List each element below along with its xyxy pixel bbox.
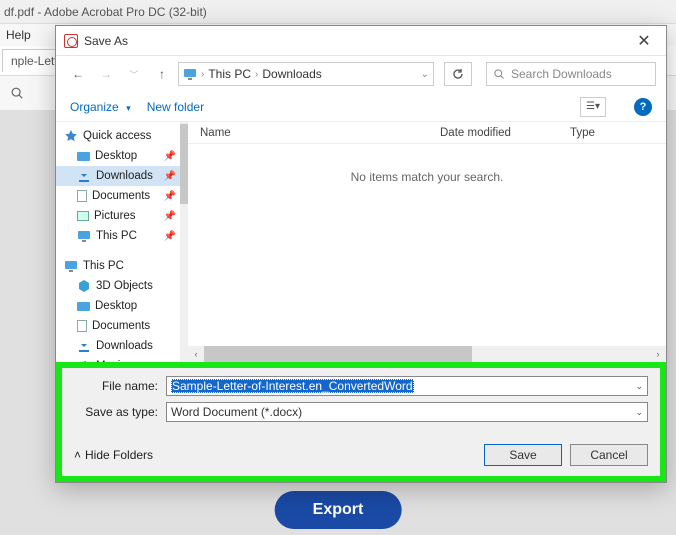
- recent-chevron-icon[interactable]: ﹀: [122, 62, 146, 86]
- tree-item-downloads-pc[interactable]: Downloads: [56, 336, 180, 356]
- save-type-value: Word Document (*.docx): [171, 405, 302, 419]
- tree-item-documents-pc[interactable]: Documents: [56, 316, 180, 336]
- pin-icon: 📌: [164, 211, 176, 222]
- list-header[interactable]: Name Date modified Type: [188, 122, 666, 144]
- file-name-input[interactable]: Sample-Letter-of-Interest.en_ConvertedWo…: [166, 376, 648, 396]
- file-name-label: File name:: [74, 379, 166, 393]
- tree-this-pc[interactable]: This PC: [56, 256, 180, 276]
- desktop-icon: [77, 302, 90, 311]
- search-placeholder: Search Downloads: [511, 67, 612, 81]
- save-button[interactable]: Save: [484, 444, 562, 466]
- search-icon: [493, 68, 505, 80]
- breadcrumb[interactable]: › This PC › Downloads ⌄: [178, 62, 434, 86]
- tree-item-documents[interactable]: Documents📌: [56, 186, 180, 206]
- chevron-up-icon: ˄: [74, 448, 81, 462]
- tree-item-3dobjects[interactable]: 3D Objects: [56, 276, 180, 296]
- download-icon: [77, 169, 91, 183]
- empty-message: No items match your search.: [188, 144, 666, 346]
- up-arrow-icon[interactable]: ↑: [150, 62, 174, 86]
- forward-arrow-icon: →: [94, 62, 118, 86]
- view-options-button[interactable]: ☰▾: [580, 97, 606, 117]
- file-list: Name Date modified Type No items match y…: [188, 122, 666, 362]
- breadcrumb-root[interactable]: This PC: [208, 67, 251, 81]
- scroll-left-icon[interactable]: ‹: [188, 346, 204, 362]
- export-button[interactable]: Export: [275, 491, 402, 529]
- star-icon: [64, 129, 78, 143]
- hide-folders-toggle[interactable]: ˄ Hide Folders: [74, 448, 153, 462]
- tree-quick-access[interactable]: Quick access: [56, 126, 180, 146]
- nav-row: ← → ﹀ ↑ › This PC › Downloads ⌄ Search D…: [56, 56, 666, 92]
- tree-item-desktop-pc[interactable]: Desktop: [56, 296, 180, 316]
- new-folder-button[interactable]: New folder: [147, 100, 204, 114]
- cube-icon: [77, 279, 91, 293]
- pc-icon: [77, 229, 91, 243]
- nav-scrollbar[interactable]: [180, 122, 188, 362]
- cancel-button[interactable]: Cancel: [570, 444, 648, 466]
- col-date[interactable]: Date modified: [428, 127, 558, 139]
- acrobat-titlebar: df.pdf - Adobe Acrobat Pro DC (32-bit): [0, 0, 676, 24]
- pdf-icon: [64, 34, 78, 48]
- close-icon[interactable]: ✕: [630, 31, 658, 51]
- save-type-label: Save as type:: [74, 405, 166, 419]
- dialog-title: Save As: [84, 34, 630, 48]
- file-name-value: Sample-Letter-of-Interest.en_ConvertedWo…: [171, 379, 414, 393]
- acrobat-title: df.pdf - Adobe Acrobat Pro DC (32-bit): [4, 5, 207, 19]
- tree-item-downloads[interactable]: Downloads📌: [56, 166, 180, 186]
- dialog-titlebar: Save As ✕: [56, 26, 666, 56]
- chevron-down-icon[interactable]: ⌄: [635, 381, 643, 392]
- pin-icon: 📌: [164, 231, 176, 242]
- save-as-dialog: Save As ✕ ← → ﹀ ↑ › This PC › Downloads …: [55, 25, 667, 483]
- search-icon[interactable]: [10, 86, 24, 100]
- chevron-right-icon: ›: [201, 69, 204, 80]
- nav-tree[interactable]: Quick access Desktop📌 Downloads📌 Documen…: [56, 122, 180, 362]
- tree-item-desktop[interactable]: Desktop📌: [56, 146, 180, 166]
- document-icon: [77, 320, 87, 332]
- horizontal-scrollbar[interactable]: ‹ ›: [188, 346, 666, 362]
- help-icon[interactable]: ?: [634, 98, 652, 116]
- pin-icon: 📌: [164, 171, 176, 182]
- menu-help[interactable]: Help: [6, 28, 31, 42]
- back-arrow-icon[interactable]: ←: [66, 62, 90, 86]
- organize-menu[interactable]: Organize: [70, 100, 129, 114]
- chevron-down-icon[interactable]: ⌄: [635, 407, 643, 418]
- music-icon: [77, 359, 91, 362]
- pc-icon: [64, 259, 78, 273]
- col-type[interactable]: Type: [558, 127, 666, 139]
- desktop-icon: [77, 152, 90, 161]
- refresh-icon[interactable]: [444, 62, 472, 86]
- tree-item-thispc-qa[interactable]: This PC📌: [56, 226, 180, 246]
- pin-icon: 📌: [164, 191, 176, 202]
- col-name[interactable]: Name: [188, 127, 428, 139]
- download-icon: [77, 339, 91, 353]
- breadcrumb-folder[interactable]: Downloads: [262, 67, 321, 81]
- chevron-right-icon: ›: [255, 69, 258, 80]
- tree-item-music[interactable]: Music: [56, 356, 180, 362]
- pin-icon: 📌: [164, 151, 176, 162]
- search-input[interactable]: Search Downloads: [486, 62, 656, 86]
- pc-icon: [183, 67, 197, 81]
- pictures-icon: [77, 211, 89, 221]
- chevron-down-icon[interactable]: ⌄: [421, 69, 429, 80]
- file-browser: Quick access Desktop📌 Downloads📌 Documen…: [56, 122, 666, 362]
- save-form-panel: File name: Sample-Letter-of-Interest.en_…: [56, 362, 666, 482]
- save-type-select[interactable]: Word Document (*.docx) ⌄: [166, 402, 648, 422]
- scroll-right-icon[interactable]: ›: [650, 346, 666, 362]
- tree-item-pictures[interactable]: Pictures📌: [56, 206, 180, 226]
- document-icon: [77, 190, 87, 202]
- organize-toolbar: Organize New folder ☰▾ ?: [56, 92, 666, 122]
